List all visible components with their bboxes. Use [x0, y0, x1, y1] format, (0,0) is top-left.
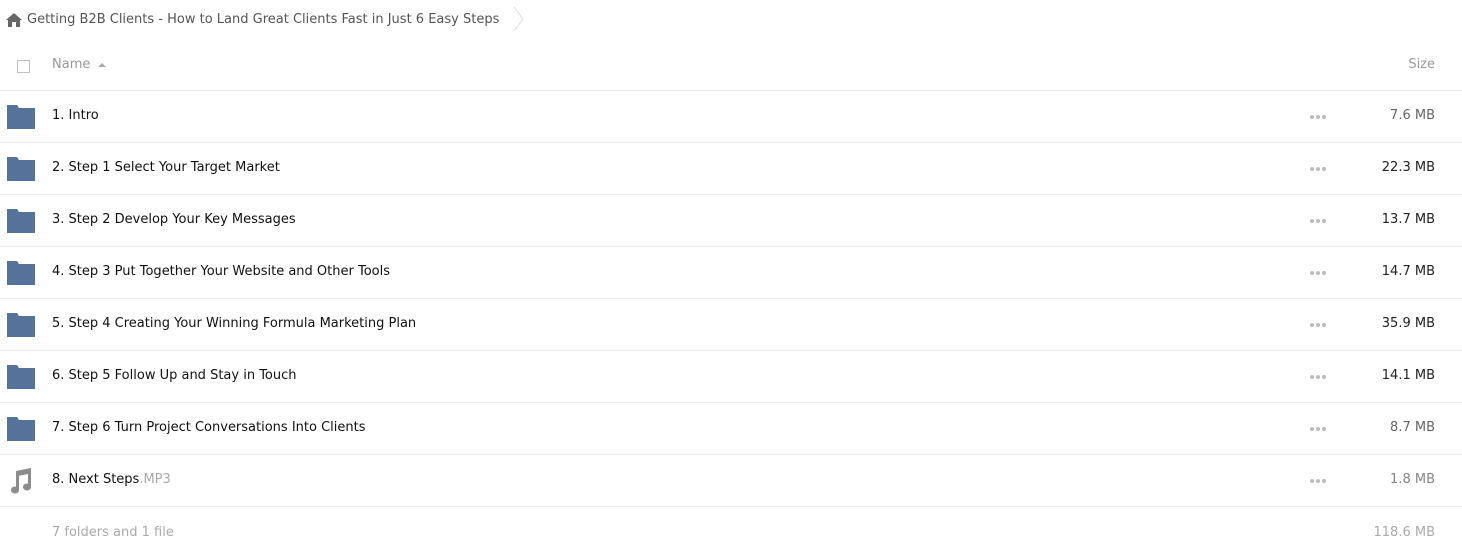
more-options-icon[interactable]	[1310, 375, 1326, 379]
folder-row[interactable]: 2. Step 1 Select Your Target Market 22.3 …	[0, 143, 1462, 195]
file-row[interactable]: 8. Next Steps.MP3 1.8 MB	[0, 455, 1462, 507]
item-size: 22.3 MB	[1381, 160, 1435, 175]
folder-row[interactable]: 7. Step 6 Turn Project Conversations Int…	[0, 403, 1462, 455]
more-options-icon[interactable]	[1310, 427, 1326, 431]
folder-icon	[7, 313, 35, 337]
more-options-icon[interactable]	[1310, 115, 1326, 119]
item-name[interactable]: 8. Next Steps.MP3	[52, 472, 171, 487]
item-name[interactable]: 2. Step 1 Select Your Target Market	[52, 160, 280, 175]
more-options-icon[interactable]	[1310, 271, 1326, 275]
item-name[interactable]: 3. Step 2 Develop Your Key Messages	[52, 212, 296, 227]
column-name-label: Name	[52, 57, 91, 72]
item-name[interactable]: 5. Step 4 Creating Your Winning Formula …	[52, 316, 416, 331]
folder-row[interactable]: 1. Intro 7.6 MB	[0, 91, 1462, 143]
more-options-icon[interactable]	[1310, 167, 1326, 171]
folder-icon	[7, 365, 35, 389]
item-extension: .MP3	[139, 472, 171, 487]
more-options-icon[interactable]	[1310, 479, 1326, 483]
folder-icon	[7, 157, 35, 181]
item-name-base: 5. Step 4 Creating Your Winning Formula …	[52, 316, 417, 331]
item-size: 8.7 MB	[1390, 420, 1435, 435]
chevron-right-icon	[513, 6, 525, 32]
breadcrumb-current-folder[interactable]: Getting B2B Clients - How to Land Great …	[27, 12, 499, 27]
item-name-base: 8. Next Steps	[52, 472, 140, 487]
select-all-checkbox[interactable]	[17, 60, 30, 73]
folder-icon	[7, 209, 35, 233]
item-name-base: 4. Step 3 Put Together Your Website and …	[52, 264, 390, 279]
item-size: 35.9 MB	[1381, 316, 1435, 331]
music-note-icon	[7, 468, 35, 494]
home-icon[interactable]	[6, 12, 22, 27]
item-count-summary: 7 folders and 1 file	[52, 525, 174, 540]
item-name[interactable]: 1. Intro	[52, 108, 99, 123]
more-options-icon[interactable]	[1310, 323, 1326, 327]
folder-row[interactable]: 3. Step 2 Develop Your Key Messages 13.7 …	[0, 195, 1462, 247]
item-name-base: 7. Step 6 Turn Project Conversations Int…	[52, 420, 366, 435]
list-footer: 7 folders and 1 file 118.6 MB	[0, 520, 1462, 544]
folder-row[interactable]: 4. Step 3 Put Together Your Website and …	[0, 247, 1462, 299]
column-header-size[interactable]: Size	[1408, 57, 1435, 72]
breadcrumb: Getting B2B Clients - How to Land Great …	[6, 6, 525, 32]
sort-ascending-icon	[98, 62, 107, 67]
more-options-icon[interactable]	[1310, 219, 1326, 223]
item-size: 14.7 MB	[1381, 264, 1435, 279]
item-name-base: 3. Step 2 Develop Your Key Messages	[52, 212, 296, 227]
folder-row[interactable]: 6. Step 5 Follow Up and Stay in Touch 14.…	[0, 351, 1462, 403]
item-name-base: 2. Step 1 Select Your Target Market	[52, 160, 280, 175]
folder-row[interactable]: 5. Step 4 Creating Your Winning Formula …	[0, 299, 1462, 351]
column-header-name[interactable]: Name	[52, 57, 107, 72]
folder-icon	[7, 261, 35, 285]
item-name[interactable]: 6. Step 5 Follow Up and Stay in Touch	[52, 368, 297, 383]
item-name-base: 1. Intro	[52, 108, 99, 123]
folder-icon	[7, 105, 35, 129]
file-list: 1. Intro 7.6 MB 2. Step 1 Select Your Targ…	[0, 91, 1462, 507]
folder-icon	[7, 417, 35, 441]
item-name[interactable]: 7. Step 6 Turn Project Conversations Int…	[52, 420, 366, 435]
item-size: 13.7 MB	[1381, 212, 1435, 227]
item-name-base: 6. Step 5 Follow Up and Stay in Touch	[52, 368, 297, 383]
item-size: 1.8 MB	[1390, 472, 1435, 487]
item-name[interactable]: 4. Step 3 Put Together Your Website and …	[52, 264, 390, 279]
item-size: 7.6 MB	[1390, 108, 1435, 123]
item-size: 14.1 MB	[1381, 368, 1435, 383]
table-header: Name Size	[0, 45, 1462, 91]
total-size: 118.6 MB	[1373, 525, 1435, 540]
